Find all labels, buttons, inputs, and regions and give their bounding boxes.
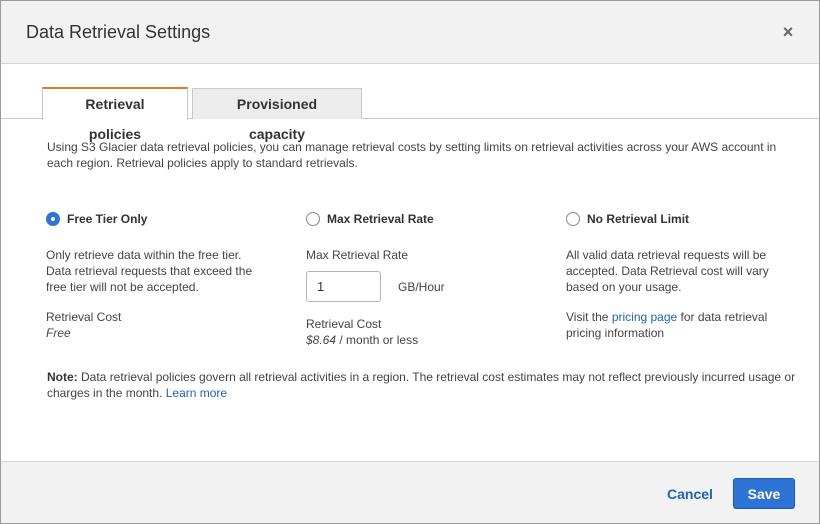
max-rate-radio-row[interactable]: Max Retrieval Rate bbox=[306, 209, 546, 229]
max-rate-cost-label: Retrieval Cost bbox=[306, 317, 382, 331]
pricing-page-link[interactable]: pricing page bbox=[612, 310, 677, 324]
tab-provisioned-capacity[interactable]: Provisioned capacity bbox=[192, 88, 362, 142]
free-tier-cost-label: Retrieval Cost bbox=[46, 310, 122, 324]
free-tier-cost-value: Free bbox=[46, 326, 71, 340]
dialog-title: Data Retrieval Settings bbox=[26, 22, 211, 42]
save-button[interactable]: Save bbox=[733, 478, 795, 509]
note-body: Data retrieval policies govern all retri… bbox=[47, 370, 796, 400]
no-limit-radio-row[interactable]: No Retrieval Limit bbox=[566, 209, 806, 229]
max-rate-cost: Retrieval Cost $8.64 / month or less bbox=[306, 316, 546, 348]
no-limit-label: No Retrieval Limit bbox=[587, 212, 690, 226]
max-rate-field-label: Max Retrieval Rate bbox=[306, 248, 409, 262]
max-rate-cost-value: $8.64 bbox=[306, 333, 337, 347]
tab-retrieval-policies[interactable]: Retrieval policies bbox=[42, 87, 188, 142]
option-free-tier: Free Tier Only Only retrieve data within… bbox=[46, 209, 286, 341]
intro-text: Using S3 Glacier data retrieval policies… bbox=[47, 140, 777, 170]
free-tier-cost: Retrieval Cost Free bbox=[46, 309, 286, 341]
free-tier-radio-row[interactable]: Free Tier Only bbox=[46, 209, 286, 229]
free-tier-description: Only retrieve data within the free tier.… bbox=[46, 248, 253, 294]
free-tier-label: Free Tier Only bbox=[67, 212, 148, 226]
note-text: Note: Data retrieval policies govern all… bbox=[47, 369, 807, 401]
note-label: Note: bbox=[47, 370, 78, 384]
max-rate-field-row: GB/Hour bbox=[306, 263, 546, 302]
max-rate-radio[interactable] bbox=[306, 212, 320, 226]
dialog-header: Data Retrieval Settings × bbox=[1, 1, 819, 64]
free-tier-radio[interactable] bbox=[46, 212, 60, 226]
cancel-button[interactable]: Cancel bbox=[667, 486, 713, 502]
no-limit-description: All valid data retrieval requests will b… bbox=[566, 248, 769, 294]
option-max-rate: Max Retrieval Rate Max Retrieval Rate GB… bbox=[306, 209, 546, 348]
dialog-footer: Cancel Save bbox=[1, 461, 819, 523]
no-limit-radio[interactable] bbox=[566, 212, 580, 226]
tab-bar: Retrieval policies Provisioned capacity bbox=[1, 87, 819, 142]
no-limit-visit-prefix: Visit the bbox=[566, 310, 612, 324]
option-no-limit: No Retrieval Limit All valid data retrie… bbox=[566, 209, 806, 341]
max-rate-cost-line: $8.64 / month or less bbox=[306, 332, 546, 348]
learn-more-link[interactable]: Learn more bbox=[166, 386, 227, 400]
close-icon[interactable]: × bbox=[781, 23, 795, 41]
data-retrieval-settings-dialog: Data Retrieval Settings × Retrieval poli… bbox=[0, 0, 820, 524]
max-rate-cost-suffix: / month or less bbox=[336, 333, 419, 347]
max-rate-input[interactable] bbox=[306, 271, 381, 302]
max-rate-label: Max Retrieval Rate bbox=[327, 212, 434, 226]
no-limit-pricing-info: Visit the pricing page for data retrieva… bbox=[566, 309, 781, 341]
max-rate-unit: GB/Hour bbox=[398, 279, 445, 294]
